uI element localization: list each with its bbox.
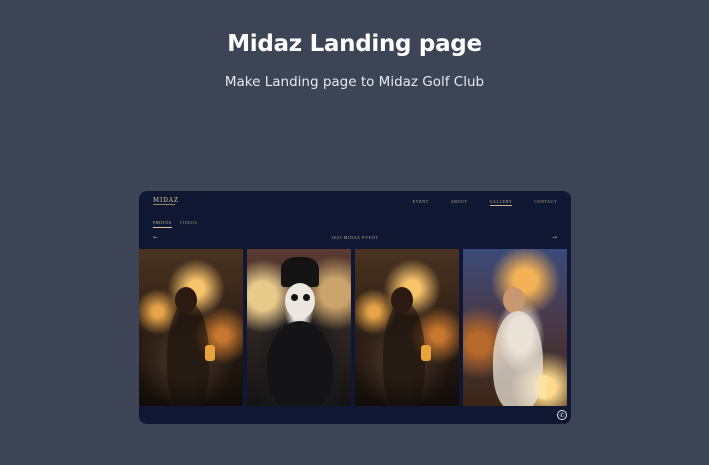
gallery-photo-3[interactable] — [355, 249, 459, 406]
photo-figure — [493, 311, 543, 406]
gallery-photo-1[interactable] — [139, 249, 243, 406]
tab-videos[interactable]: VIDEOS — [180, 220, 198, 228]
gallery-photo-4[interactable] — [463, 249, 567, 406]
nav-item-gallery[interactable]: GALLERY — [489, 199, 513, 206]
photo-glass — [205, 345, 215, 361]
photo-figure — [383, 301, 425, 406]
whatsapp-icon[interactable]: ✆ — [557, 410, 567, 420]
page-title: Midaz Landing page — [227, 31, 482, 57]
photo-head — [391, 287, 413, 313]
page: Midaz Landing page Make Landing page to … — [0, 0, 709, 465]
photo-eye — [291, 294, 298, 301]
photo-head — [175, 287, 197, 313]
gallery-tabs: PHOTOS VIDEOS — [153, 220, 205, 228]
logo-underline — [153, 204, 175, 205]
nav-item-contact[interactable]: CONTACT — [534, 199, 557, 204]
photo-glass — [421, 345, 431, 361]
page-subtitle: Make Landing page to Midaz Golf Club — [224, 74, 485, 90]
photo-gallery — [139, 249, 571, 407]
arrow-right-icon[interactable]: → — [552, 234, 557, 242]
gallery-title: 2023 MIDAZ EVENT — [331, 235, 379, 240]
brand-logo[interactable]: MIDAZ — [153, 197, 179, 204]
photo-figure — [167, 301, 209, 406]
nav-item-event[interactable]: EVENT — [413, 199, 429, 204]
photo-figure — [267, 321, 333, 406]
top-nav: EVENT ABOUT GALLERY CONTACT — [391, 199, 557, 206]
gallery-photo-2[interactable] — [247, 249, 351, 406]
photo-sparkler — [539, 375, 547, 399]
gallery-slider-header: ← 2023 MIDAZ EVENT → — [139, 234, 571, 244]
tab-photos[interactable]: PHOTOS — [153, 220, 172, 228]
landing-page-mockup: MIDAZ EVENT ABOUT GALLERY CONTACT PHOTOS… — [139, 191, 571, 424]
nav-item-about[interactable]: ABOUT — [451, 199, 468, 204]
photo-eye — [303, 294, 310, 301]
photo-head — [503, 287, 525, 313]
photo-skull-face — [285, 283, 315, 319]
